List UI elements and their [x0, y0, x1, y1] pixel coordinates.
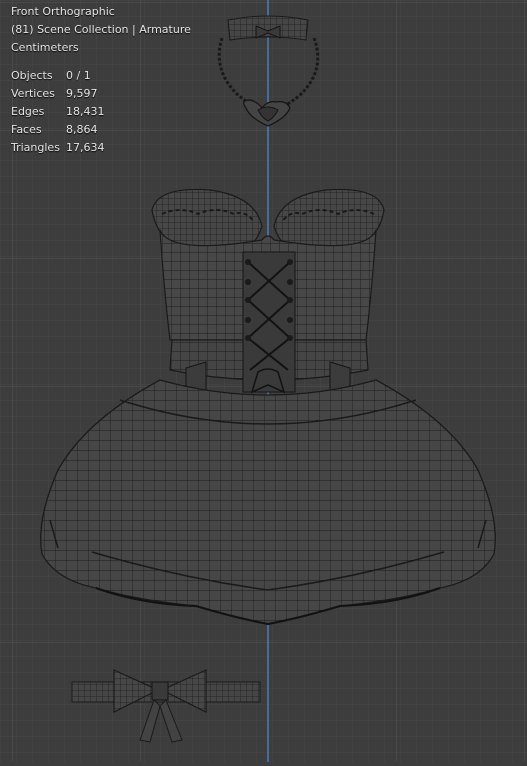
3d-viewport[interactable]: Front Orthographic (81) Scene Collection…	[0, 0, 527, 762]
stat-label: Objects	[11, 69, 53, 82]
stat-label: Vertices	[11, 87, 55, 100]
stat-label: Faces	[11, 123, 42, 136]
stat-label: Edges	[11, 105, 45, 118]
scene-statistics: Objects 0 / 1 Vertices 9,597 Edges 18,43…	[11, 67, 105, 157]
stat-row-faces: Faces 8,864	[11, 121, 105, 139]
stat-value: 0 / 1	[66, 69, 91, 82]
stat-value: 17,634	[66, 141, 105, 154]
collection-label: (81) Scene Collection | Armature	[11, 23, 191, 36]
stat-value: 8,864	[66, 123, 98, 136]
stat-row-edges: Edges 18,431	[11, 103, 105, 121]
stat-value: 9,597	[66, 87, 98, 100]
viewport-info-overlay: Front Orthographic (81) Scene Collection…	[11, 3, 191, 57]
dress-skirt-mesh[interactable]	[40, 379, 496, 626]
view-name: Front Orthographic	[11, 5, 115, 18]
stat-row-objects: Objects 0 / 1	[11, 67, 105, 85]
stat-label: Triangles	[11, 141, 60, 154]
units-label: Centimeters	[11, 41, 79, 54]
stat-value: 18,431	[66, 105, 105, 118]
stat-row-vertices: Vertices 9,597	[11, 85, 105, 103]
stat-row-triangles: Triangles 17,634	[11, 139, 105, 157]
